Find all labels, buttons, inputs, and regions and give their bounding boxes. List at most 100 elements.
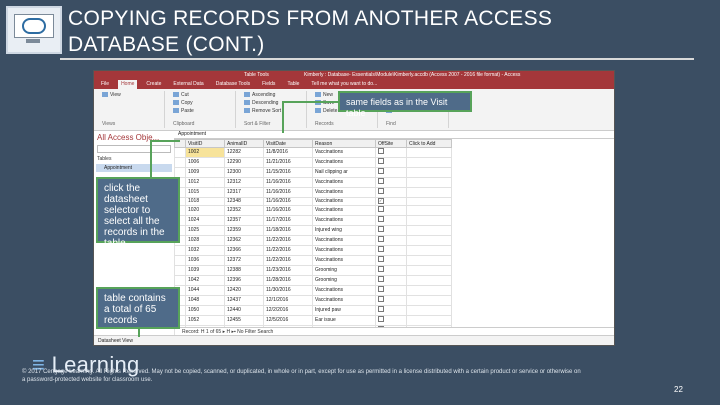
checkbox[interactable] <box>378 216 384 222</box>
offsite-checkbox-cell[interactable] <box>376 346 407 347</box>
ribbon-button[interactable]: Paste <box>173 107 231 115</box>
checkbox[interactable] <box>378 178 384 184</box>
table-cell[interactable]: 12362 <box>224 235 264 246</box>
offsite-checkbox-cell[interactable] <box>375 167 407 178</box>
table-cell[interactable]: 1009 <box>185 167 225 178</box>
table-cell[interactable]: 11/16/2016 <box>263 205 313 216</box>
offsite-checkbox-cell[interactable] <box>375 157 407 168</box>
checkbox[interactable] <box>378 168 384 174</box>
checkbox[interactable] <box>378 206 384 212</box>
record-selector[interactable] <box>174 167 186 178</box>
offsite-checkbox-cell[interactable] <box>375 265 407 276</box>
table-cell[interactable]: 1018 <box>185 197 225 206</box>
table-cell[interactable] <box>406 285 452 296</box>
table-cell[interactable]: 11/21/2016 <box>263 157 313 168</box>
table-cell[interactable]: 11/28/2016 <box>263 275 313 286</box>
table-cell[interactable]: 12290 <box>224 157 264 168</box>
table-cell[interactable]: 12372 <box>224 255 264 266</box>
column-header[interactable]: OffSite <box>375 139 407 148</box>
ribbon-tab[interactable]: Tell me what you want to do... <box>308 80 380 89</box>
table-cell[interactable]: Injured wing <box>312 225 376 236</box>
table-cell[interactable] <box>406 265 452 276</box>
table-cell[interactable]: 11/22/2016 <box>263 255 313 266</box>
table-cell[interactable] <box>406 157 452 168</box>
table-row[interactable]: 1009 12300 11/15/2016 Nail clipping ar <box>174 167 452 178</box>
record-selector[interactable] <box>174 157 186 168</box>
offsite-checkbox-cell[interactable] <box>375 215 407 226</box>
offsite-checkbox-cell[interactable] <box>375 305 407 316</box>
table-cell[interactable]: 1048 <box>185 295 225 306</box>
checkbox[interactable] <box>378 246 384 252</box>
table-cell[interactable]: 12455 <box>224 315 264 326</box>
ribbon-tab[interactable]: Home <box>118 80 138 89</box>
table-cell[interactable]: Vaccinations <box>312 295 376 306</box>
table-row[interactable]: 1024 12357 11/17/2016 Vaccinations <box>174 215 452 226</box>
offsite-checkbox-cell[interactable] <box>375 275 407 286</box>
column-header[interactable]: Reason <box>312 139 376 148</box>
table-cell[interactable]: 12317 <box>224 187 264 198</box>
ribbon-tab[interactable]: Database Tools <box>213 80 253 89</box>
table-cell[interactable]: 11/8/2016 <box>263 147 313 158</box>
table-cell[interactable]: 12388 <box>224 265 264 276</box>
table-cell[interactable]: 11/16/2016 <box>263 187 313 198</box>
table-cell[interactable]: Vaccinations <box>312 245 376 256</box>
offsite-checkbox-cell[interactable] <box>375 177 407 188</box>
checkbox[interactable] <box>378 296 384 302</box>
checkbox[interactable] <box>378 306 384 312</box>
table-row[interactable]: 1012 12312 11/16/2016 Vaccinations <box>174 177 452 188</box>
offsite-checkbox-cell[interactable] <box>375 295 407 306</box>
table-row[interactable]: 1025 12359 11/18/2016 Injured wing <box>174 225 452 236</box>
table-row[interactable]: 1020 12352 11/16/2016 Vaccinations <box>174 205 452 216</box>
table-cell[interactable]: Vaccinations <box>312 197 376 206</box>
table-cell[interactable]: 12357 <box>224 215 264 226</box>
table-row[interactable]: 1039 12388 11/23/2016 Grooming <box>174 265 452 276</box>
table-cell[interactable]: Vaccinations <box>312 157 376 168</box>
table-cell[interactable]: Grooming <box>312 275 376 286</box>
table-cell[interactable] <box>406 255 452 266</box>
table-cell[interactable]: 12420 <box>224 285 264 296</box>
table-cell[interactable]: 11/18/2016 <box>263 225 313 236</box>
table-cell[interactable]: 12300 <box>224 167 264 178</box>
table-cell[interactable] <box>406 187 452 198</box>
offsite-checkbox-cell[interactable] <box>375 187 407 198</box>
record-navigation[interactable]: Record: H 1 of 65 ▸ H ▸▪ No Filter Searc… <box>180 327 614 335</box>
table-cell[interactable]: Vaccinations <box>312 205 376 216</box>
table-cell[interactable]: 12/5/2016 <box>263 315 313 326</box>
checkbox[interactable] <box>378 226 384 232</box>
table-cell[interactable]: Vaccinations <box>312 147 376 158</box>
table-cell[interactable] <box>406 235 452 246</box>
column-header[interactable]: VisitID <box>185 139 225 148</box>
ribbon-button[interactable]: Remove Sort <box>244 107 302 115</box>
checkbox[interactable] <box>378 158 384 164</box>
nav-search-input[interactable] <box>97 145 171 153</box>
table-cell[interactable]: 12352 <box>224 205 264 216</box>
ribbon-tab[interactable]: Create <box>143 80 164 89</box>
table-cell[interactable]: Vaccinations <box>312 177 376 188</box>
table-cell[interactable] <box>406 205 452 216</box>
table-cell[interactable]: 12479 <box>225 346 264 347</box>
table-cell[interactable]: 1020 <box>185 205 225 216</box>
table-row[interactable]: 1006 12290 11/21/2016 Vaccinations <box>174 157 452 168</box>
table-cell[interactable]: 1028 <box>185 235 225 246</box>
nav-section-tables[interactable]: Tables <box>94 154 174 164</box>
ribbon-tab[interactable]: Table <box>284 80 302 89</box>
table-cell[interactable]: 1015 <box>185 187 225 198</box>
checkbox[interactable] <box>378 286 384 292</box>
table-cell[interactable]: 12348 <box>224 197 264 206</box>
offsite-checkbox-cell[interactable] <box>375 235 407 246</box>
table-cell[interactable]: 1044 <box>185 285 225 296</box>
record-selector[interactable] <box>174 265 186 276</box>
offsite-checkbox-cell[interactable] <box>375 255 407 266</box>
table-cell[interactable] <box>406 177 452 188</box>
table-cell[interactable]: Injured paw <box>313 346 376 347</box>
table-cell[interactable] <box>406 225 452 236</box>
table-cell[interactable]: Vaccinations <box>312 235 376 246</box>
offsite-checkbox-cell[interactable] <box>375 225 407 236</box>
ribbon-button[interactable]: Cut <box>173 91 231 99</box>
table-cell[interactable] <box>406 295 452 306</box>
table-cell[interactable]: 1042 <box>185 275 225 286</box>
table-cell[interactable]: 1039 <box>185 265 225 276</box>
table-cell[interactable]: 1006 <box>185 157 225 168</box>
table-cell[interactable]: 12440 <box>224 305 264 316</box>
table-cell[interactable] <box>406 245 452 256</box>
